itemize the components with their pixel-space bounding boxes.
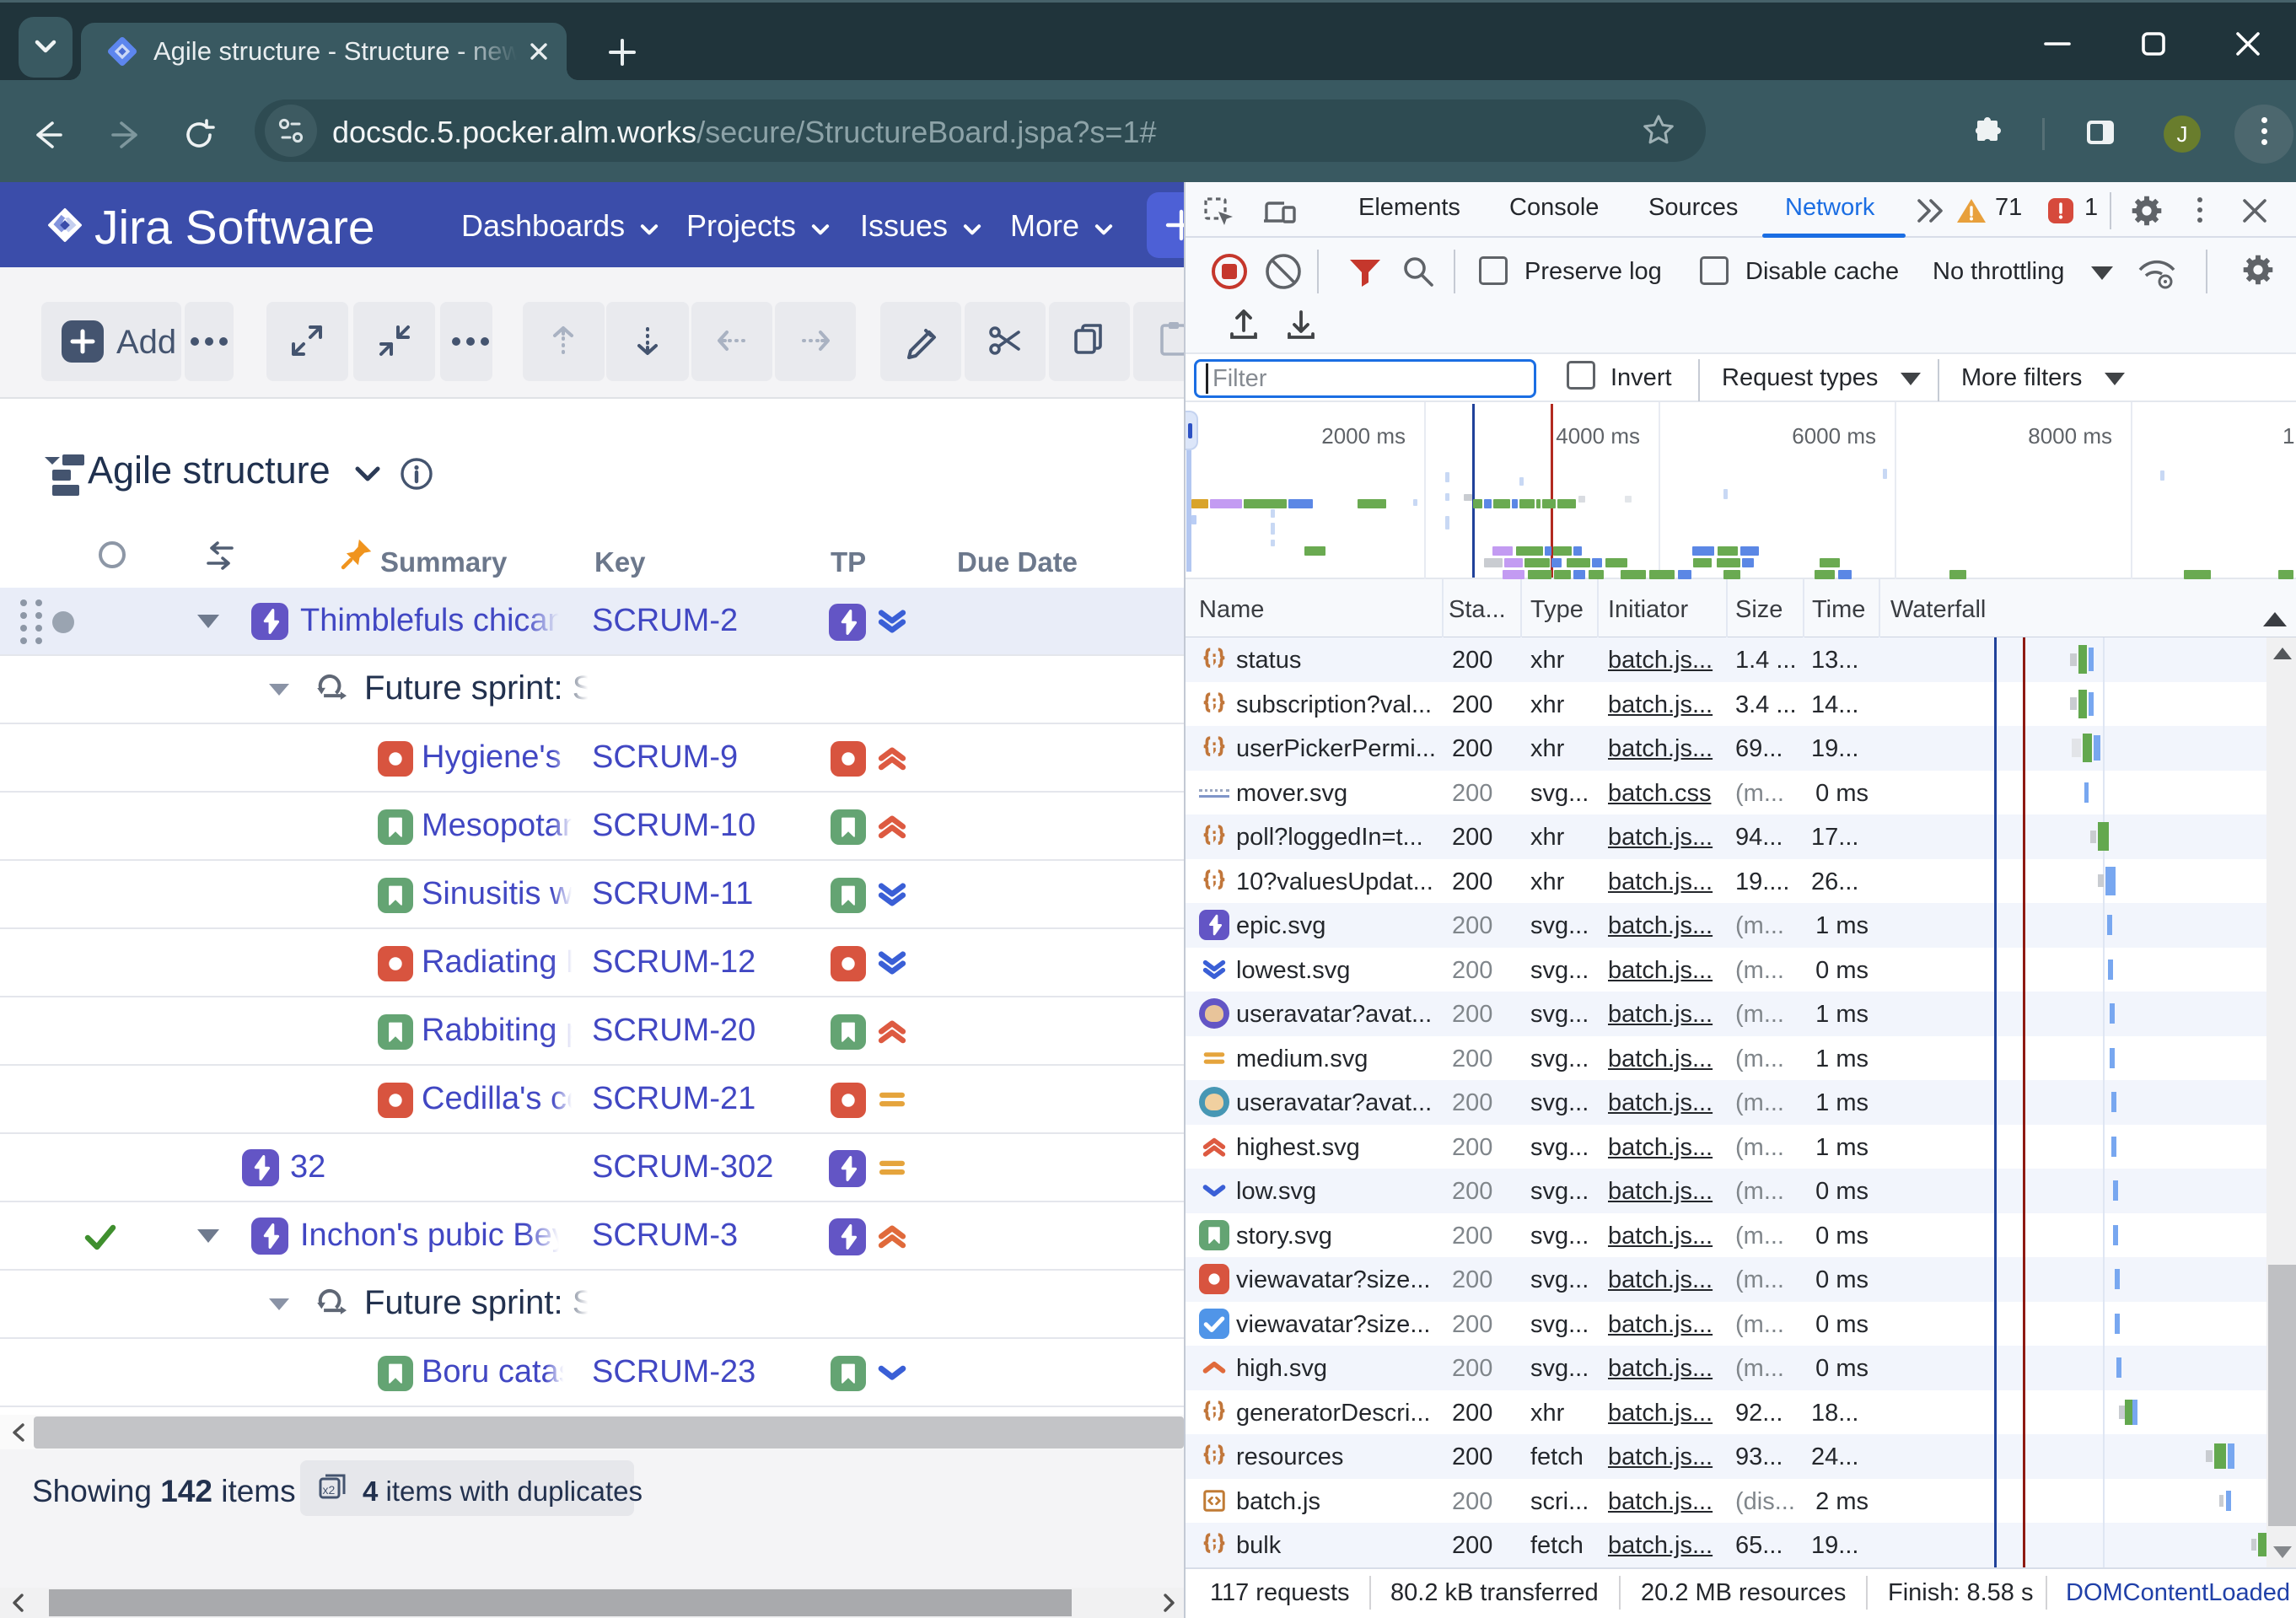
svg-text:x2: x2: [323, 1483, 336, 1497]
